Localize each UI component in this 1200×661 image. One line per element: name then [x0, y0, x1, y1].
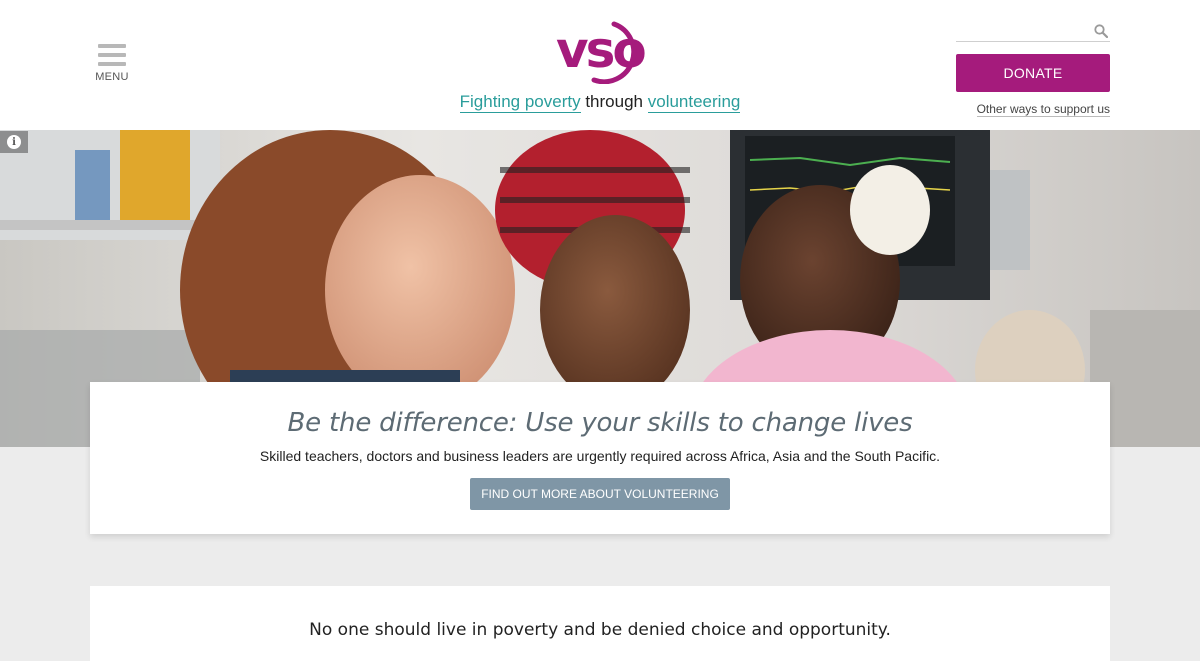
other-ways-link[interactable]: Other ways to support us [956, 102, 1110, 117]
other-ways-label: Other ways to support us [976, 102, 1110, 117]
tagline-part3: volunteering [647, 92, 741, 113]
image-info-button[interactable]: i [0, 131, 28, 153]
search-box[interactable] [956, 22, 1110, 42]
tagline-part1: Fighting poverty [459, 92, 581, 113]
callout-heading: Be the difference: Use your skills to ch… [287, 408, 913, 438]
search-icon[interactable] [1094, 24, 1108, 38]
volunteer-callout: Be the difference: Use your skills to ch… [90, 382, 1110, 534]
find-out-more-button[interactable]: FIND OUT MORE ABOUT VOLUNTEERING [470, 478, 730, 510]
site-header: MENU vso Fighting poverty through volunt… [0, 0, 1200, 130]
mission-text: No one should live in poverty and be den… [309, 620, 891, 640]
search-input[interactable] [956, 22, 1086, 40]
menu-button[interactable]: MENU [94, 44, 130, 83]
tagline-part2: through [585, 92, 643, 111]
tagline: Fighting poverty through volunteering [300, 92, 900, 113]
mission-section: No one should live in poverty and be den… [90, 586, 1110, 661]
donate-button[interactable]: DONATE [956, 54, 1110, 92]
vso-logo[interactable]: vso [552, 12, 648, 84]
hamburger-icon [98, 44, 126, 66]
menu-label: MENU [95, 71, 129, 83]
info-icon: i [7, 135, 21, 149]
callout-body: Skilled teachers, doctors and business l… [259, 448, 941, 464]
